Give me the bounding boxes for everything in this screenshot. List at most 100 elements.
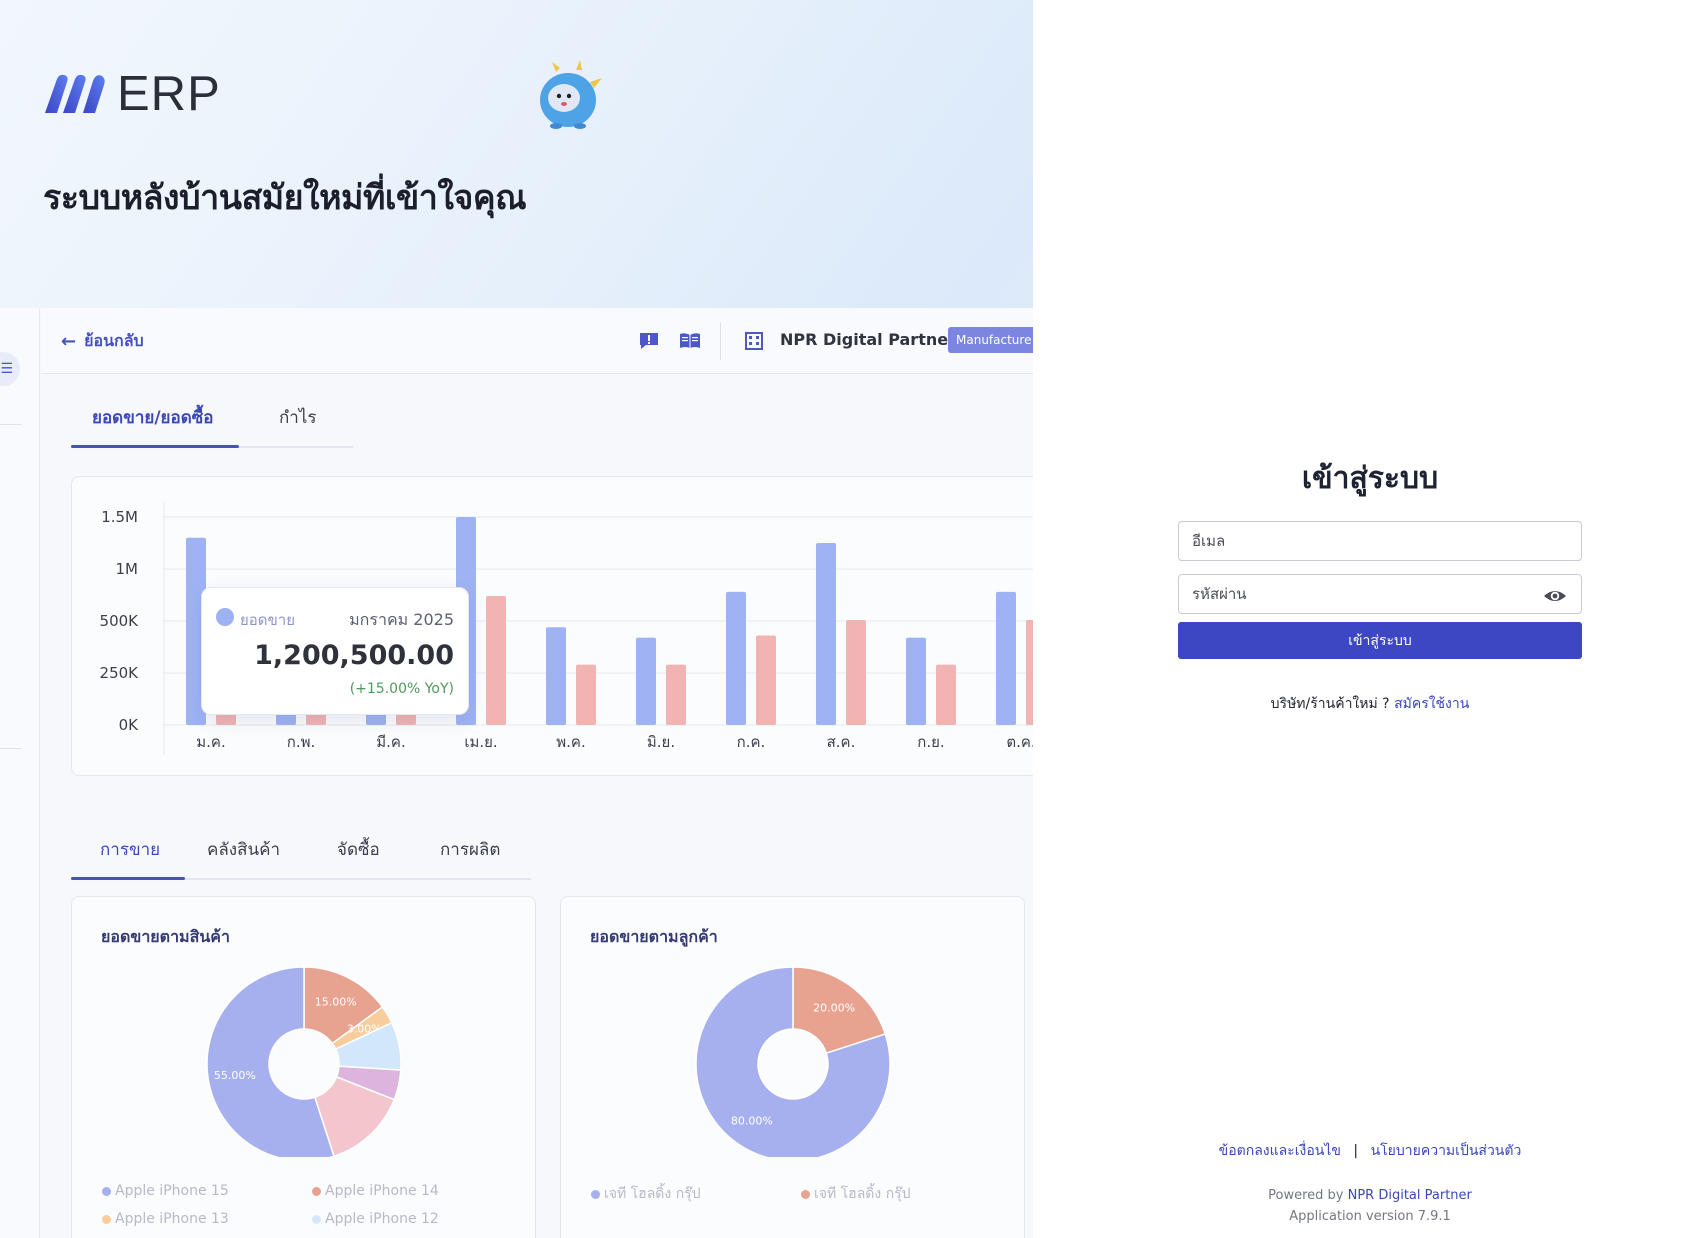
y-tick-label: 250K	[100, 664, 140, 682]
x-tick-label: มิ.ย.	[647, 733, 675, 751]
pie-value-label: 15.00%	[315, 996, 357, 1009]
legend-dot	[102, 1186, 111, 1196]
y-tick-label: 1M	[116, 560, 139, 578]
login-title: เข้าสู่ระบบ	[1301, 461, 1439, 496]
y-tick-label: 0K	[119, 716, 140, 734]
series-dot	[216, 608, 234, 626]
legal-links: ข้อตกลงและเงื่อนไข | นโยบายความเป็นส่วนต…	[1033, 1140, 1707, 1162]
tooltip-series: ยอดขาย	[240, 611, 296, 629]
x-tick-label: มี.ค.	[376, 733, 405, 751]
category-tabs: การขาย คลังสินค้า จัดซื้อ การผลิต	[71, 836, 531, 880]
brand-name: ERP	[117, 67, 221, 121]
company-name[interactable]: NPR Digital Partner	[780, 330, 956, 349]
legend-dot	[312, 1186, 321, 1196]
sidebar: ☰	[0, 308, 40, 1238]
bar[interactable]	[816, 543, 836, 725]
login-button[interactable]: เข้าสู่ระบบ	[1178, 622, 1582, 659]
legend-label: Apple iPhone 12	[325, 1211, 439, 1227]
legend-label: เจที โฮลดิ้ง กรุ๊ป	[604, 1186, 701, 1202]
bar[interactable]	[726, 591, 746, 725]
tooltip-yoy: (+15.00% YoY)	[349, 681, 454, 697]
bar[interactable]	[636, 637, 656, 725]
y-tick-label: 500K	[100, 612, 140, 630]
building-icon	[745, 332, 763, 350]
mascot-illustration	[534, 60, 604, 136]
legend-item[interactable]: Apple iPhone 15	[102, 1183, 229, 1199]
bar[interactable]	[576, 664, 596, 725]
legend-dot	[102, 1214, 111, 1224]
sidebar-divider	[0, 748, 22, 749]
m-logo-icon	[45, 74, 105, 113]
password-field[interactable]	[1178, 574, 1582, 614]
bar[interactable]	[996, 591, 1016, 725]
legend-dot	[801, 1189, 810, 1199]
app-topbar: ← ย้อนกลับ NPR Digital Partner Manufactu…	[41, 308, 1033, 374]
feedback-icon[interactable]	[638, 331, 660, 351]
powered-by-prefix: Powered by	[1268, 1188, 1344, 1203]
chart-tooltip: ยอดขาย มกราคม 2025 1,200,500.00 (+15.00%…	[201, 587, 469, 715]
legend-label: Apple iPhone 14	[325, 1183, 439, 1199]
tab-sales[interactable]: การขาย	[100, 836, 160, 863]
signup-link[interactable]: สมัครใช้งาน	[1394, 696, 1469, 712]
arrow-left-icon: ←	[61, 331, 77, 352]
legal-separator: |	[1353, 1143, 1359, 1159]
terms-link[interactable]: ข้อตกลงและเงื่อนไข	[1219, 1143, 1341, 1159]
pie-value-label: 20.00%	[813, 1001, 855, 1014]
privacy-link[interactable]: นโยบายความเป็นส่วนตัว	[1371, 1143, 1522, 1159]
menu-icon: ☰	[0, 361, 13, 377]
back-label: ย้อนกลับ	[84, 331, 144, 350]
company-type-badge: Manufacture	[948, 327, 1033, 353]
tab-inventory[interactable]: คลังสินค้า	[207, 836, 280, 863]
legend-dot	[591, 1189, 600, 1199]
promo-panel: ERP ระบบหลังบ้านสมัยใหม่ที่เข้าใจคุณ ☰ ←	[0, 0, 1033, 1238]
bar[interactable]	[666, 664, 686, 725]
powered-by-link[interactable]: NPR Digital Partner	[1348, 1188, 1472, 1203]
tab-production[interactable]: การผลิต	[440, 836, 500, 863]
bar[interactable]	[936, 664, 956, 725]
legend-label: Apple iPhone 13	[115, 1211, 229, 1227]
show-password-icon[interactable]	[1543, 584, 1567, 608]
x-tick-label: ก.พ.	[287, 733, 316, 751]
sales-by-product-pie: 15.00%3.00%55.00%	[206, 966, 402, 1157]
legend-item[interactable]: เจที โฮลดิ้ง กรุ๊ป	[591, 1183, 701, 1205]
x-tick-label: ส.ค.	[827, 733, 856, 751]
signup-prompt: บริษัท/ร้านค้าใหม่ ? สมัครใช้งาน	[1033, 693, 1707, 715]
pie-value-label: 80.00%	[731, 1115, 773, 1128]
sales-bar-chart-card: 0K 250K 500K 1M 1.5M ม.ค. ก.พ. มี.ค. เม.ย. พ.ค. มิ…	[71, 476, 1033, 776]
bar[interactable]	[486, 596, 506, 725]
bar[interactable]	[846, 619, 866, 725]
bar[interactable]	[546, 627, 566, 725]
back-button[interactable]: ← ย้อนกลับ	[61, 329, 144, 354]
sidebar-menu-toggle[interactable]: ☰	[0, 352, 20, 386]
report-tabs: ยอดขาย/ยอดซื้อ กำไร	[71, 404, 353, 448]
promo-headline: ระบบหลังบ้านสมัยใหม่ที่เข้าใจคุณ	[43, 178, 527, 218]
tab-purchasing[interactable]: จัดซื้อ	[337, 836, 380, 863]
active-tab-indicator	[71, 877, 185, 880]
login-panel: เข้าสู่ระบบ เข้าสู่ระบบ บริษัท/ร้านค้าให…	[1033, 0, 1707, 1238]
legend-item[interactable]: Apple iPhone 13	[102, 1211, 229, 1227]
tab-sales-purchases[interactable]: ยอดขาย/ยอดซื้อ	[92, 404, 214, 431]
sidebar-divider	[0, 424, 22, 425]
tooltip-value: 1,200,500.00	[254, 640, 454, 671]
legend-item[interactable]: Apple iPhone 14	[312, 1183, 439, 1199]
x-tick-label: ก.ย.	[917, 733, 944, 751]
pie-value-label: 55.00%	[214, 1069, 256, 1082]
legend-label: Apple iPhone 15	[115, 1183, 229, 1199]
bar[interactable]	[756, 635, 776, 725]
x-tick-label: เม.ย.	[464, 733, 497, 751]
legend-label: เจที โฮลดิ้ง กรุ๊ป	[814, 1186, 911, 1202]
legend-item[interactable]: เจที โฮลดิ้ง กรุ๊ป	[801, 1183, 911, 1205]
sales-by-customer-pie: 20.00% 80.00%	[695, 966, 891, 1157]
erp-logo: ERP	[43, 66, 221, 122]
tooltip-month: มกราคม 2025	[349, 610, 454, 629]
x-tick-label: ก.ค.	[737, 733, 766, 751]
tab-profit[interactable]: กำไร	[279, 404, 317, 431]
y-tick-label: 1.5M	[101, 508, 138, 526]
bar[interactable]	[1026, 619, 1033, 725]
x-tick-label: ต.ค.	[1006, 733, 1033, 751]
email-field[interactable]	[1178, 521, 1582, 561]
x-tick-label: พ.ค.	[556, 733, 585, 751]
legend-item[interactable]: Apple iPhone 12	[312, 1211, 439, 1227]
manual-book-icon[interactable]	[679, 331, 701, 351]
bar[interactable]	[906, 637, 926, 725]
